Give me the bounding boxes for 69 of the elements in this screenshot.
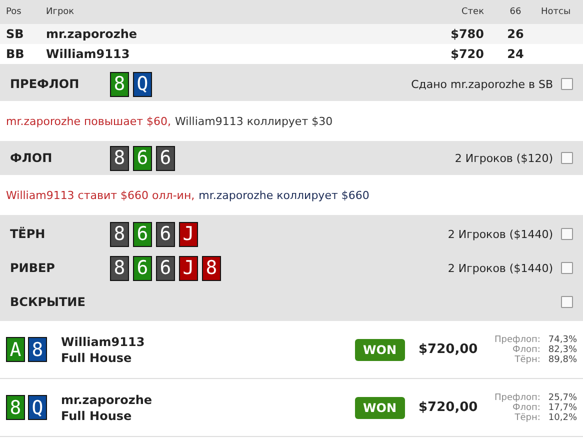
column-header[interactable]: Игрок	[40, 7, 410, 17]
playing-card: 6	[156, 146, 175, 170]
street-info: 2 Игроков ($120)	[454, 152, 553, 164]
equity-label: Тёрн:	[514, 412, 540, 422]
hand-name: Full House	[61, 350, 133, 364]
player-name: William9113	[61, 334, 146, 348]
playing-card: 6	[133, 146, 152, 170]
street-info: 2 Игроков ($1440)	[448, 262, 553, 274]
win-amount: $720,00	[418, 400, 479, 415]
column-header[interactable]: Стек	[410, 7, 490, 17]
playing-card: A	[6, 337, 25, 362]
equity-value: 89,8%	[548, 354, 577, 364]
equity-value: 17,7%	[548, 402, 577, 412]
playing-card: Q	[28, 395, 47, 420]
equity-value: 82,3%	[548, 344, 577, 354]
result-badge: WON	[355, 338, 405, 360]
result-badge: WON	[355, 396, 405, 418]
checkbox[interactable]	[561, 296, 573, 308]
equity-label: Префлоп:	[494, 334, 540, 344]
action-text: mr.zaporozhe повышает $60,	[6, 114, 172, 128]
table-cell-text: $720	[450, 47, 485, 61]
street-info: Сдано mr.zaporozhe в SB	[411, 78, 553, 90]
checkbox[interactable]	[561, 152, 573, 164]
playing-card: J	[179, 222, 198, 246]
column-header[interactable]: Pos	[0, 7, 40, 17]
playing-card: 6	[133, 256, 152, 280]
playing-card: Q	[133, 72, 152, 96]
table-cell-text: SB	[5, 27, 25, 41]
action-text: William9113 ставит $660 олл-ин,	[6, 188, 195, 202]
street-title: ФЛОП	[10, 151, 54, 165]
playing-card: 8	[6, 395, 25, 420]
street-title: ВСКРЫТИЕ	[10, 295, 86, 309]
table-cell-text: mr.zaporozhe	[45, 27, 138, 41]
street-title: ТЁРН	[10, 227, 46, 241]
checkbox[interactable]	[561, 262, 573, 274]
playing-card: 8	[110, 146, 129, 170]
hand-name: Full House	[61, 408, 133, 422]
playing-card: 8	[28, 337, 47, 362]
player-name: mr.zaporozhe	[61, 392, 154, 406]
checkbox[interactable]	[561, 228, 573, 240]
column-header[interactable]: Нотсы	[535, 7, 583, 17]
equity-label: Тёрн:	[514, 354, 540, 364]
action-text: mr.zaporozhe коллирует $660	[198, 188, 370, 202]
checkbox[interactable]	[561, 78, 573, 90]
equity-value: 10,2%	[548, 412, 577, 422]
column-header[interactable]: 66	[490, 7, 535, 17]
equity-value: 25,7%	[548, 392, 577, 402]
table-cell-text: William9113	[45, 47, 131, 61]
table-cell-text: 24	[506, 47, 525, 61]
playing-card: 8	[110, 222, 129, 246]
street-title: РИВЕР	[10, 261, 56, 275]
table-cell-text: $780	[450, 27, 485, 41]
equity-label: Флоп:	[512, 402, 540, 412]
equity-label: Флоп:	[512, 344, 540, 354]
street-info: 2 Игроков ($1440)	[448, 228, 553, 240]
equity-label: Префлоп:	[494, 392, 540, 402]
playing-card: 8	[110, 72, 129, 96]
playing-card: 8	[110, 256, 129, 280]
street-title: ПРЕФЛОП	[10, 77, 80, 91]
win-amount: $720,00	[418, 342, 479, 357]
playing-card: 8	[202, 256, 221, 280]
action-text: William9113 коллирует $30	[175, 114, 333, 128]
equity-value: 74,3%	[548, 334, 577, 344]
playing-card: 6	[133, 222, 152, 246]
table-cell-text: BB	[5, 47, 26, 61]
playing-card: J	[179, 256, 198, 280]
playing-card: 6	[156, 256, 175, 280]
playing-card: 6	[156, 222, 175, 246]
table-cell-text: 26	[506, 27, 525, 41]
